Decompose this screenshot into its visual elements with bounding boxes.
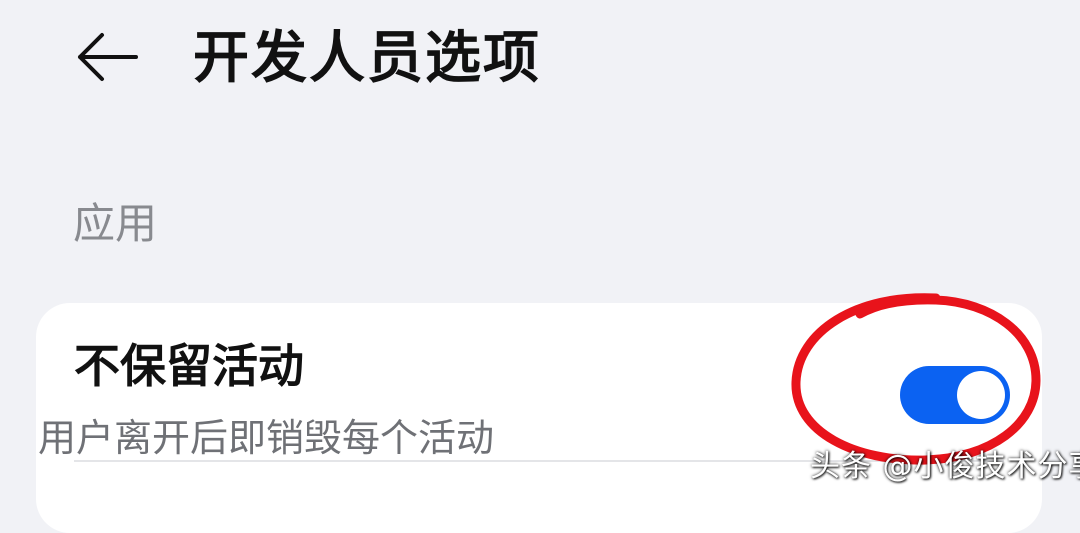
setting-description: 用户离开后即销毁每个活动 — [38, 416, 495, 460]
back-button[interactable] — [66, 22, 148, 92]
toggle-knob — [957, 371, 1005, 419]
page-title: 开发人员选项 — [193, 26, 541, 91]
watermark: 头条 @小俊技术分享 — [810, 449, 1080, 484]
header: 开发人员选项 — [0, 0, 1080, 120]
section-label: 应用 — [73, 199, 158, 248]
setting-title: 不保留活动 — [74, 339, 304, 393]
dont-keep-activities-toggle[interactable] — [900, 366, 1010, 424]
arrow-left-icon — [78, 33, 138, 81]
